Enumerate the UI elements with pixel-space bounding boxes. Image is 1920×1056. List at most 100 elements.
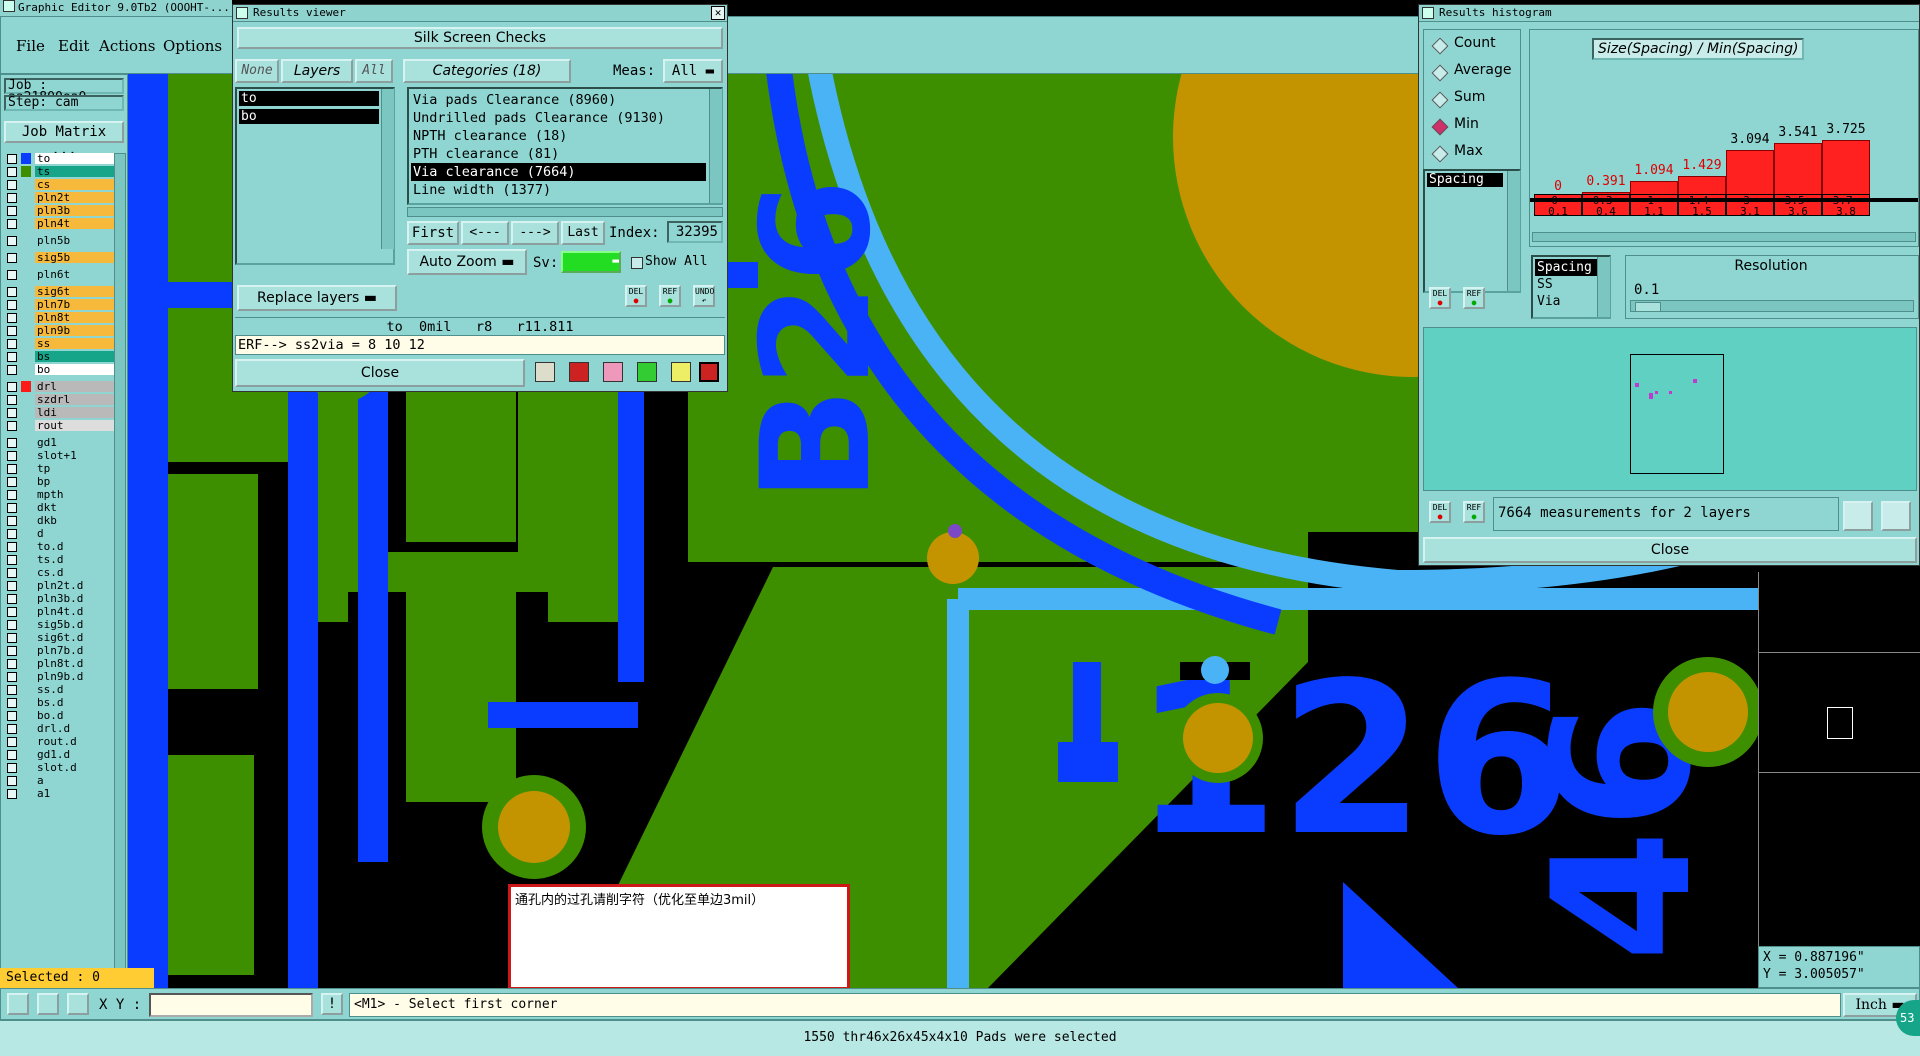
layer-row[interactable]: pln7b xyxy=(7,299,125,310)
layer-checkbox[interactable] xyxy=(7,685,17,695)
layer-checkbox[interactable] xyxy=(7,193,17,203)
layer-name[interactable]: sig6t xyxy=(35,286,125,297)
layer-row[interactable]: sig6t.d xyxy=(7,632,125,643)
layer-row[interactable]: pln4t xyxy=(7,218,125,229)
layer-row[interactable]: pln3b xyxy=(7,205,125,216)
layer-checkbox[interactable] xyxy=(7,724,17,734)
layer-checkbox[interactable] xyxy=(7,607,17,617)
layer-checkbox[interactable] xyxy=(7,789,17,799)
resolution-slider[interactable] xyxy=(1630,300,1914,312)
preview-ref-button[interactable]: REF ● xyxy=(1463,501,1485,523)
edit-icon[interactable] xyxy=(569,362,589,382)
layer-color-swatch[interactable] xyxy=(21,299,31,310)
meas-select[interactable]: All ▬ xyxy=(663,59,723,83)
layer-name[interactable]: pln8t.d xyxy=(35,658,125,669)
layer-checkbox[interactable] xyxy=(7,219,17,229)
first-button[interactable]: First xyxy=(407,221,459,245)
ref-button[interactable]: REF ● xyxy=(659,285,681,307)
layer-color-swatch[interactable] xyxy=(21,235,31,246)
layer-checkbox[interactable] xyxy=(7,287,17,297)
layer-checkbox[interactable] xyxy=(7,313,17,323)
layer-row[interactable]: ss.d xyxy=(7,684,125,695)
layer-checkbox[interactable] xyxy=(7,503,17,513)
layer-color-swatch[interactable] xyxy=(21,528,31,539)
histogram-bar[interactable] xyxy=(1726,150,1774,198)
histogram-bar[interactable] xyxy=(1822,140,1870,198)
layer-color-swatch[interactable] xyxy=(21,580,31,591)
layer-name[interactable]: bo xyxy=(35,364,125,375)
layer-row[interactable]: to xyxy=(7,153,125,164)
layer-name[interactable]: pln4t xyxy=(35,218,125,229)
import-icon[interactable] xyxy=(1881,501,1911,531)
layer-name[interactable]: bo.d xyxy=(35,710,125,721)
layer-name[interactable]: bs xyxy=(35,351,125,362)
layer-name[interactable]: pln2t.d xyxy=(35,580,125,591)
pages-icon[interactable] xyxy=(637,362,657,382)
layer-color-swatch[interactable] xyxy=(21,658,31,669)
histogram-scrollbar[interactable] xyxy=(1532,232,1916,242)
snap-icon[interactable] xyxy=(67,993,89,1015)
layer-row[interactable]: slot.d xyxy=(7,762,125,773)
layer-checkbox[interactable] xyxy=(7,776,17,786)
layer-row[interactable]: sig5b xyxy=(7,252,125,263)
layer-checkbox[interactable] xyxy=(7,352,17,362)
option-radio-max[interactable] xyxy=(1431,145,1449,163)
slider-thumb[interactable] xyxy=(1635,302,1661,312)
layer-row[interactable]: pln3b.d xyxy=(7,593,125,604)
alert-icon[interactable]: ! xyxy=(321,993,343,1015)
layer-checkbox[interactable] xyxy=(7,326,17,336)
layer-row[interactable]: sig6t xyxy=(7,286,125,297)
layer-color-swatch[interactable] xyxy=(21,420,31,431)
layer-checkbox[interactable] xyxy=(7,167,17,177)
results-close-button[interactable]: Close xyxy=(235,359,525,387)
layer-checkbox[interactable] xyxy=(7,395,17,405)
category-item[interactable]: Undrilled pads Clearance (9130) xyxy=(411,109,706,127)
layer-name[interactable]: slot+1 xyxy=(35,450,125,461)
layer-name[interactable]: drl xyxy=(35,381,125,392)
menu-options[interactable]: Options xyxy=(163,37,222,55)
layer-name[interactable]: dkt xyxy=(35,502,125,513)
layer-color-swatch[interactable] xyxy=(21,515,31,526)
histogram-titlebar[interactable]: Results histogram xyxy=(1419,5,1919,22)
categories-scrollbar[interactable] xyxy=(709,89,722,203)
layer-checkbox[interactable] xyxy=(7,633,17,643)
layer-checkbox[interactable] xyxy=(7,646,17,656)
layer-row[interactable]: bo xyxy=(7,364,125,375)
overview-panel[interactable] xyxy=(1758,572,1920,946)
prev-button[interactable]: <--- xyxy=(461,221,509,245)
attribute-list[interactable]: Spacing SS Via xyxy=(1531,255,1611,319)
undo-button[interactable]: UNDO ↶ xyxy=(693,285,715,307)
layer-color-swatch[interactable] xyxy=(21,697,31,708)
index-input[interactable]: 32395 xyxy=(667,221,723,243)
layer-row[interactable]: mpth xyxy=(7,489,125,500)
layer-color-swatch[interactable] xyxy=(21,619,31,630)
layer-row[interactable]: to.d xyxy=(7,541,125,552)
layer-result-item[interactable]: bo xyxy=(239,109,379,124)
option-radio-min[interactable] xyxy=(1431,118,1449,136)
layer-color-swatch[interactable] xyxy=(21,775,31,786)
close-icon[interactable]: ✕ xyxy=(711,6,725,20)
layer-row[interactable]: ts xyxy=(7,166,125,177)
layer-row[interactable]: pln5b xyxy=(7,235,125,246)
layer-color-swatch[interactable] xyxy=(21,286,31,297)
results-viewer-titlebar[interactable]: Results viewer ✕ xyxy=(233,5,727,22)
layer-name[interactable]: pln4t.d xyxy=(35,606,125,617)
layer-checkbox[interactable] xyxy=(7,711,17,721)
layer-color-swatch[interactable] xyxy=(21,218,31,229)
layer-name[interactable]: pln6t xyxy=(35,269,125,280)
sv-color-select[interactable]: ▬ xyxy=(561,251,621,273)
last-button[interactable]: Last xyxy=(561,221,605,245)
histogram-bar[interactable] xyxy=(1774,143,1822,198)
layer-color-swatch[interactable] xyxy=(21,645,31,656)
layer-checkbox[interactable] xyxy=(7,594,17,604)
layer-name[interactable]: pln7b.d xyxy=(35,645,125,656)
layer-list-scrollbar[interactable] xyxy=(381,89,394,249)
layer-row[interactable]: dkt xyxy=(7,502,125,513)
hist-del-button[interactable]: DEL ● xyxy=(1429,287,1451,309)
layer-checkbox[interactable] xyxy=(7,672,17,682)
layer-row[interactable]: pln6t xyxy=(7,269,125,280)
layer-color-swatch[interactable] xyxy=(21,463,31,474)
layer-name[interactable]: a1 xyxy=(35,788,125,799)
layer-checkbox[interactable] xyxy=(7,382,17,392)
layer-color-swatch[interactable] xyxy=(21,476,31,487)
